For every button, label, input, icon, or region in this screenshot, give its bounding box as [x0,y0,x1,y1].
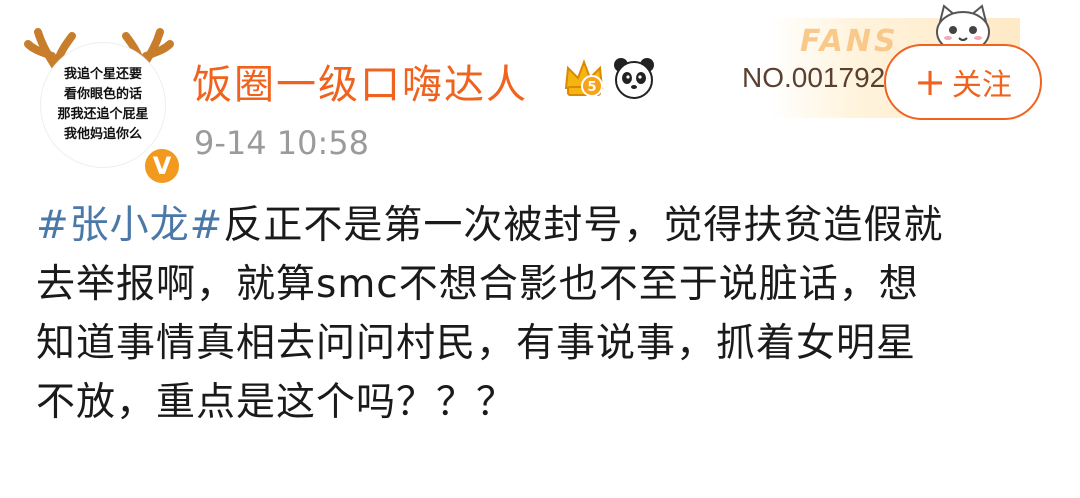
post-body: #张小龙#反正不是第一次被封号，觉得扶贫造假就 去举报啊，就算smc不想合影也不… [36,196,1056,432]
avatar-text-line: 看你眼色的话 [63,87,142,102]
post-line: 知道事情真相去问问村民，有事说事，抓着女明星 [36,321,917,366]
avatar[interactable]: 我追个星还要 看你眼色的话 那我还追个屁星 我他妈追你么 V [24,22,182,186]
fans-label: FANS [800,24,899,59]
follow-button[interactable]: + 关注 [884,44,1042,120]
post-text: 反正不是第一次被封号，觉得扶贫造假就 [223,203,944,248]
avatar-text-line: 我追个星还要 [63,67,142,82]
username[interactable]: 饭圈一级口嗨达人 [192,52,528,110]
plus-icon: + [914,60,946,104]
panda-icon [614,58,654,99]
fans-number: NO.001792 [742,62,886,93]
verified-badge-icon: V [142,146,182,186]
avatar-image: 我追个星还要 看你眼色的话 那我还追个屁星 我他妈追你么 [40,42,166,168]
crown-level: 5 [587,80,596,95]
post-line: 不放，重点是这个吗？？？ [36,380,517,425]
avatar-text-line: 那我还追个屁星 [57,107,149,122]
post-line: 去举报啊，就算smc不想合影也不至于说脏话，想 [36,262,919,307]
avatar-text-line: 我他妈追你么 [63,127,142,142]
post-timestamp: 9-14 10:58 [194,124,370,162]
hashtag-link[interactable]: #张小龙# [36,203,223,248]
crown-icon: 5 [564,59,604,97]
follow-button-label: 关注 [951,68,1012,103]
post-line: #张小龙#反正不是第一次被封号，觉得扶贫造假就 [36,196,1056,255]
